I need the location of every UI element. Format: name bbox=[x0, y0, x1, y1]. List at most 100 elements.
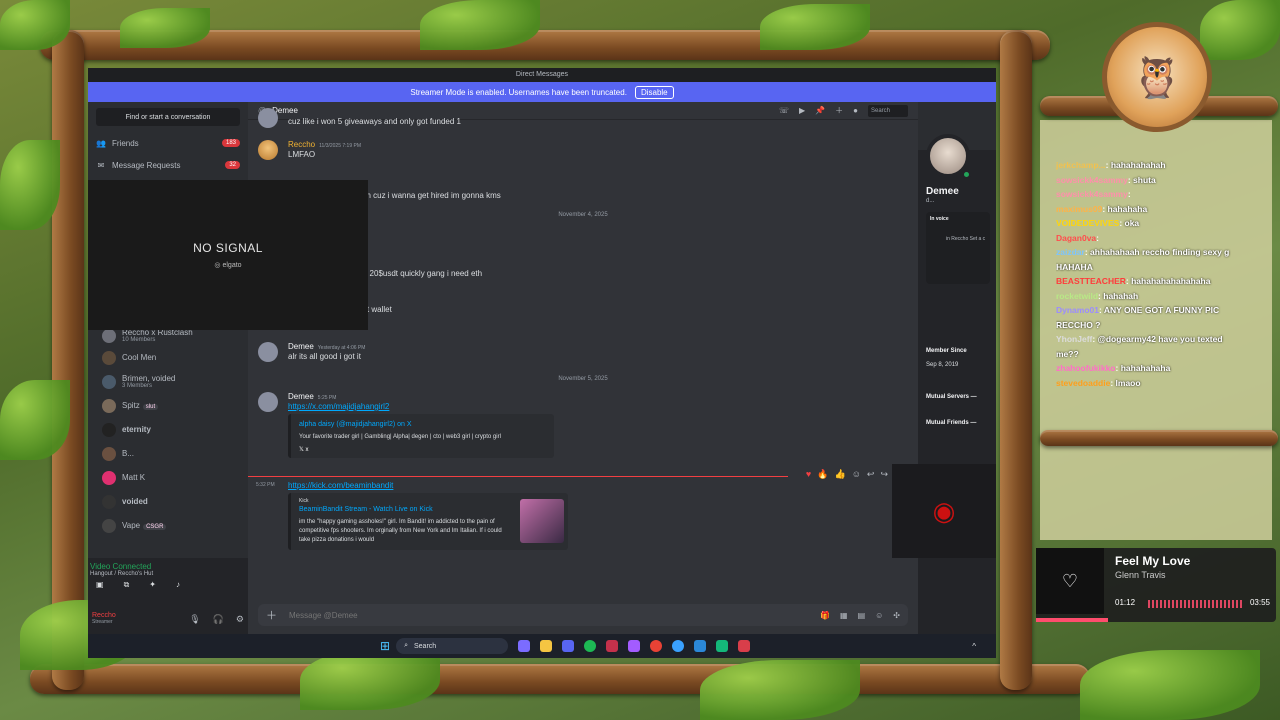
sidebar-item-friends[interactable]: 👥 Friends 183 bbox=[88, 132, 248, 154]
dm-item[interactable]: Vape CSGR bbox=[88, 514, 248, 538]
gif-icon[interactable]: ▦ bbox=[840, 611, 848, 620]
streamer-mode-text: Streamer Mode is enabled. Usernames have… bbox=[410, 87, 627, 97]
dm-name: Spitz bbox=[122, 400, 140, 410]
thumbs-up-reaction-icon[interactable]: 👍 bbox=[834, 469, 845, 480]
elapsed-time: 01:12 bbox=[1115, 598, 1136, 607]
mutual-servers-toggle[interactable]: Mutual Servers — bbox=[926, 394, 977, 400]
activities-icon[interactable]: ✦ bbox=[149, 580, 156, 590]
stream-chat-text: ANY ONE GOT A FUNNY PIC bbox=[1103, 305, 1220, 315]
message-link[interactable]: https://kick.com/beaminbandit bbox=[288, 481, 393, 490]
stream-chat-message: zaizdar: ahhahahaah reccho finding sexy … bbox=[1056, 245, 1276, 260]
apps-icon[interactable]: ✣ bbox=[893, 611, 900, 620]
window-title: Direct Messages bbox=[88, 68, 996, 82]
stream-chat-text: RECCHO ? bbox=[1056, 319, 1101, 330]
gift-icon[interactable]: 🎁 bbox=[820, 611, 830, 620]
sidebar-item-label: Friends bbox=[112, 138, 139, 148]
add-reaction-icon[interactable]: ☺ bbox=[852, 469, 861, 480]
chrome-icon[interactable] bbox=[650, 640, 663, 652]
dm-item[interactable]: B... bbox=[88, 442, 248, 466]
author: Reccho bbox=[288, 140, 316, 149]
dm-item[interactable]: eternity bbox=[88, 418, 248, 442]
vine-leaf bbox=[700, 660, 860, 720]
fire-reaction-icon[interactable]: 🔥 bbox=[817, 469, 828, 480]
sidebar-item-message-requests[interactable]: ✉ Message Requests 32 bbox=[88, 154, 248, 176]
stream-chat-message: RECCHO ? bbox=[1056, 318, 1276, 333]
voice-controls: ▣ ⧉ ✦ ♪ bbox=[88, 577, 248, 593]
copilot-icon[interactable] bbox=[518, 640, 531, 652]
in-voice-card[interactable]: In voice in Reccho Set a c bbox=[926, 212, 990, 284]
stream-chat-colon: : bbox=[1096, 232, 1100, 243]
stream-chat-username: Dagan0va bbox=[1056, 232, 1097, 243]
headphones-icon[interactable]: 🎧 bbox=[213, 614, 224, 625]
gear-icon[interactable]: ⚙ bbox=[236, 614, 244, 625]
browser-icon[interactable] bbox=[672, 640, 685, 652]
file-explorer-icon[interactable] bbox=[540, 640, 553, 652]
add-friend-icon[interactable]: ＋ bbox=[835, 105, 843, 116]
embed-title[interactable]: alpha daisy (@majidjahangirl2) on X bbox=[299, 421, 546, 428]
search-icon: ⌕ bbox=[404, 642, 408, 649]
reply-icon[interactable]: ↩ bbox=[867, 469, 875, 480]
profile-username: d... bbox=[926, 198, 935, 204]
message-text: cuz like i won 5 giveaways and only got … bbox=[288, 117, 461, 126]
stream-chat-text: hahahaha bbox=[1107, 203, 1148, 214]
message: Demee Yesterday at 4:06 PM alr its all go… bbox=[258, 342, 908, 362]
embed-description: im the "happy gaming assholes!" girl. Im… bbox=[299, 519, 502, 543]
avatar bbox=[102, 329, 116, 343]
video-icon[interactable]: ▶ bbox=[799, 106, 805, 115]
mutual-friends-toggle[interactable]: Mutual Friends — bbox=[926, 420, 976, 426]
dm-item[interactable]: Spitz slut bbox=[88, 394, 248, 418]
spotify-icon[interactable] bbox=[584, 640, 597, 652]
dm-item[interactable]: Cool Men bbox=[88, 346, 248, 370]
message-text: him cuz i wanna get hired im gonna kms bbox=[358, 191, 501, 200]
frame-log-left bbox=[52, 30, 84, 690]
dm-item[interactable]: voided bbox=[88, 490, 248, 514]
windows-start-icon[interactable]: ⊞ bbox=[380, 639, 390, 653]
member-since-value: Sep 8, 2019 bbox=[926, 362, 959, 368]
dm-name: eternity bbox=[122, 424, 151, 434]
chevron-up-icon[interactable]: ^ bbox=[972, 642, 976, 651]
stream-chat: jerkchamp...: hahahahahah sowsickk4sammy:… bbox=[1056, 158, 1276, 390]
embed-title[interactable]: BeaminBandit Stream - Watch Live on Kick bbox=[299, 506, 514, 513]
discord-icon[interactable] bbox=[562, 640, 575, 652]
app-icon[interactable] bbox=[716, 640, 729, 652]
stream-chat-text: HAHAHA bbox=[1056, 261, 1093, 272]
heart-reaction-icon[interactable]: ♥ bbox=[806, 469, 811, 480]
disable-streamer-mode-button[interactable]: Disable bbox=[634, 85, 674, 99]
emoji-icon[interactable]: ☺ bbox=[875, 611, 883, 620]
new-messages-divider bbox=[248, 476, 788, 477]
mic-icon[interactable]: 🎙 bbox=[189, 614, 200, 625]
song-title: Feel My Love bbox=[1115, 554, 1191, 568]
avatar bbox=[102, 495, 116, 509]
soundboard-icon[interactable]: ♪ bbox=[176, 580, 180, 590]
app-icon[interactable] bbox=[606, 640, 619, 652]
stream-chat-message: Dynamo01: ANY ONE GOT A FUNNY PIC bbox=[1056, 303, 1276, 318]
taskbar-search[interactable]: ⌕ Search bbox=[396, 638, 509, 654]
screen-share-icon[interactable]: ⧉ bbox=[124, 580, 130, 590]
embed-description: Your favorite trader girl | Gambling| Al… bbox=[299, 434, 501, 440]
message: 5:32 PM https://kick.com/beaminbandit Ki… bbox=[256, 480, 908, 550]
find-conversation-button[interactable]: Find or start a conversation bbox=[96, 108, 240, 126]
pin-icon[interactable]: 📌 bbox=[815, 106, 825, 115]
windows-taskbar: ⊞ ⌕ Search ^ bbox=[88, 634, 996, 658]
search-input[interactable]: Search bbox=[868, 104, 908, 117]
app-icon[interactable] bbox=[694, 640, 707, 652]
obs-icon[interactable] bbox=[738, 640, 751, 652]
message-hover-toolbar: ♥ 🔥 👍 ☺ ↩ ↪ bbox=[806, 469, 888, 480]
attach-plus-icon[interactable]: ＋ bbox=[266, 607, 277, 623]
app-icon[interactable] bbox=[628, 640, 641, 652]
message: Demee 5:25 PM https://x.com/majidjahangir… bbox=[258, 392, 908, 458]
dm-item[interactable]: Matt K bbox=[88, 466, 248, 490]
call-icon[interactable]: ☏ bbox=[779, 106, 789, 115]
stream-chat-username: rocketwild bbox=[1056, 290, 1099, 301]
profile-toggle-icon[interactable]: ● bbox=[853, 106, 858, 115]
sticker-icon[interactable]: ▤ bbox=[858, 611, 866, 620]
avatar bbox=[102, 519, 116, 533]
forward-icon[interactable]: ↪ bbox=[880, 469, 888, 480]
camera-icon[interactable]: ▣ bbox=[96, 580, 104, 590]
stream-chat-text: oka bbox=[1124, 218, 1140, 228]
dm-item[interactable]: Brimen, voided 3 Members bbox=[88, 370, 248, 394]
message-link[interactable]: https://x.com/majidjahangirl2 bbox=[288, 402, 389, 411]
message-input[interactable] bbox=[289, 610, 809, 620]
stream-chat-text: hahahahahahahaha bbox=[1131, 276, 1211, 286]
author: Demee bbox=[288, 342, 314, 351]
